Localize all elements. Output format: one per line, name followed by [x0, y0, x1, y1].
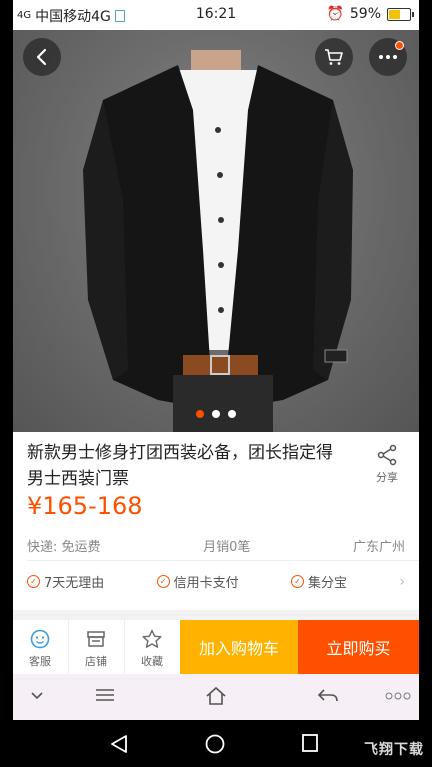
favorite-button[interactable]: 收藏 — [125, 620, 179, 674]
carousel-dot[interactable] — [212, 410, 220, 418]
star-icon — [142, 629, 162, 648]
shop-icon — [87, 631, 105, 647]
guarantee-row[interactable]: ✓ 7天无理由 ✓ 信用卡支付 ✓ 集分宝 › — [27, 572, 405, 591]
cart-icon — [325, 49, 343, 65]
more-icon — [379, 55, 397, 59]
add-to-cart-button[interactable]: 加入购物车 — [180, 620, 298, 674]
product-photo — [83, 50, 353, 432]
more-button[interactable] — [369, 38, 407, 76]
favorite-label: 收藏 — [141, 655, 163, 668]
guarantee-label: 7天无理由 — [44, 576, 105, 591]
guarantee-item: ✓ 信用卡支付 — [156, 572, 239, 591]
product-info-card: 新款男士修身打团西装必备，团长指定得男士西装门票 分享 ¥165-168 快递:… — [13, 432, 419, 610]
recents-square-icon[interactable] — [302, 734, 318, 752]
home-icon[interactable] — [205, 686, 227, 706]
back-triangle-icon[interactable] — [110, 734, 128, 754]
battery-icon — [387, 7, 414, 21]
check-circle-icon: ✓ — [291, 575, 305, 588]
menu-icon[interactable] — [95, 688, 115, 702]
phone-screen: 4G 中国移动4G 16:21 ⏰ 59% 新款男士修身打团西装必备，团长指定得… — [13, 0, 419, 720]
status-right: ⏰ 59% — [326, 6, 414, 22]
shipping-info: 快递: 免运费 — [27, 540, 101, 555]
more-dots-icon[interactable] — [385, 692, 411, 700]
product-image-carousel[interactable] — [13, 30, 419, 432]
ship-location: 广东广州 — [352, 540, 405, 555]
customer-service-button[interactable]: 客服 — [13, 620, 67, 674]
customer-service-label: 客服 — [29, 655, 51, 668]
home-circle-icon[interactable] — [205, 734, 225, 754]
buy-now-button[interactable]: 立即购买 — [298, 620, 419, 674]
browser-nav-strip — [13, 674, 419, 720]
guarantee-item: ✓ 集分宝 — [291, 572, 347, 591]
guarantee-label: 集分宝 — [308, 576, 348, 591]
status-bar: 4G 中国移动4G 16:21 ⏰ 59% — [13, 0, 419, 30]
product-meta: 快递: 免运费 月销0笔 广东广州 — [27, 536, 405, 555]
battery-fill — [389, 9, 400, 19]
battery-percent: 59% — [349, 6, 381, 22]
guarantee-item: ✓ 7天无理由 — [27, 572, 104, 591]
divider — [27, 560, 419, 561]
back-button[interactable] — [23, 38, 61, 76]
chevron-down-icon[interactable] — [31, 692, 43, 700]
guarantee-label: 信用卡支付 — [173, 576, 239, 591]
chevron-left-icon — [36, 48, 47, 66]
carousel-dot[interactable] — [196, 410, 204, 418]
notification-dot — [395, 41, 404, 50]
share-button[interactable]: 分享 — [367, 444, 407, 485]
shop-button[interactable]: 店铺 — [69, 620, 123, 674]
share-label: 分享 — [376, 471, 398, 484]
check-circle-icon: ✓ — [27, 575, 40, 588]
bottom-action-bar: 客服 店铺 收藏 加入购物车 立即购买 — [13, 620, 419, 674]
watermark: 飞翔下载 — [364, 742, 424, 758]
carousel-dot[interactable] — [228, 410, 236, 418]
system-nav-bar: 飞翔下载 — [0, 720, 432, 767]
return-icon[interactable] — [317, 688, 339, 704]
shop-label: 店铺 — [85, 655, 107, 668]
alarm-icon: ⏰ — [326, 6, 344, 22]
product-price: ¥165-168 — [27, 492, 143, 520]
product-title: 新款男士修身打团西装必备，团长指定得男士西装门票 — [27, 443, 333, 489]
cart-button[interactable] — [315, 38, 353, 76]
smile-icon — [30, 629, 50, 649]
monthly-sales: 月销0笔 — [203, 540, 251, 555]
check-circle-icon: ✓ — [156, 575, 170, 588]
carousel-indicator — [13, 410, 419, 418]
share-icon — [377, 444, 397, 466]
chevron-right-icon: › — [399, 573, 405, 590]
